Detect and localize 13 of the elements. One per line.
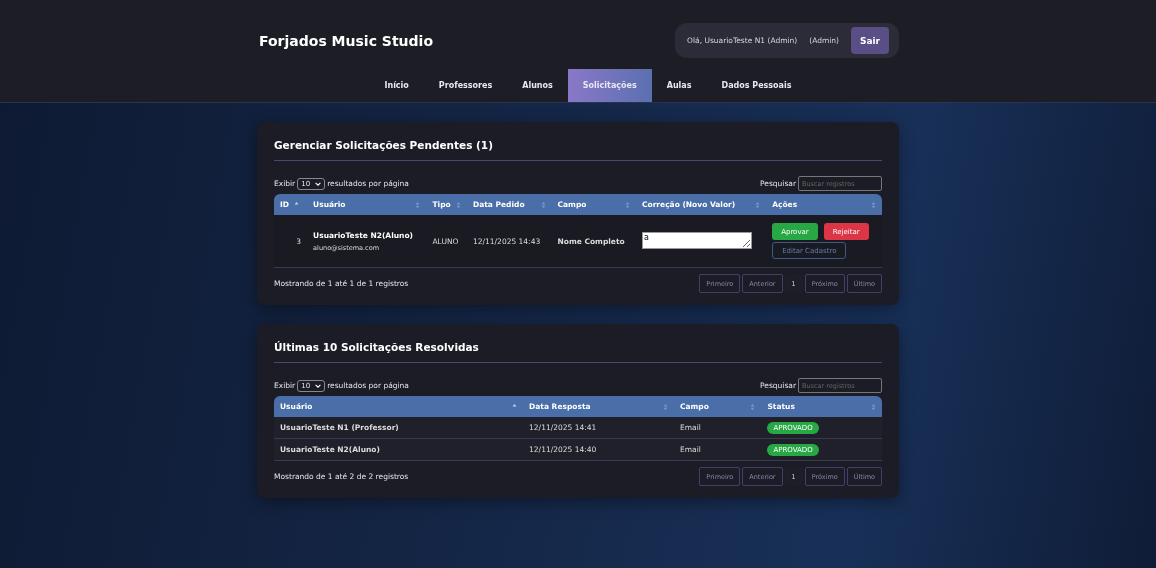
card-title: Últimas 10 Solicitações Resolvidas (274, 338, 882, 363)
nav-tab[interactable]: Alunos (507, 69, 568, 102)
card-title: Gerenciar Solicitações Pendentes (1) (274, 136, 882, 161)
nav-tab[interactable]: Início (369, 69, 424, 102)
logout-button[interactable]: Sair (851, 27, 889, 54)
site-title: Forjados Music Studio (259, 32, 433, 49)
nav-tab[interactable]: Professores (423, 69, 508, 102)
nav-tab[interactable]: Aulas (651, 69, 707, 102)
nav-tab[interactable]: Dados Pessoais (706, 69, 807, 102)
correction-field[interactable]: a (642, 231, 752, 249)
chevron-icon (315, 181, 322, 186)
chevron-icon (315, 383, 322, 388)
nav-tab[interactable]: Solicitações (567, 69, 652, 102)
